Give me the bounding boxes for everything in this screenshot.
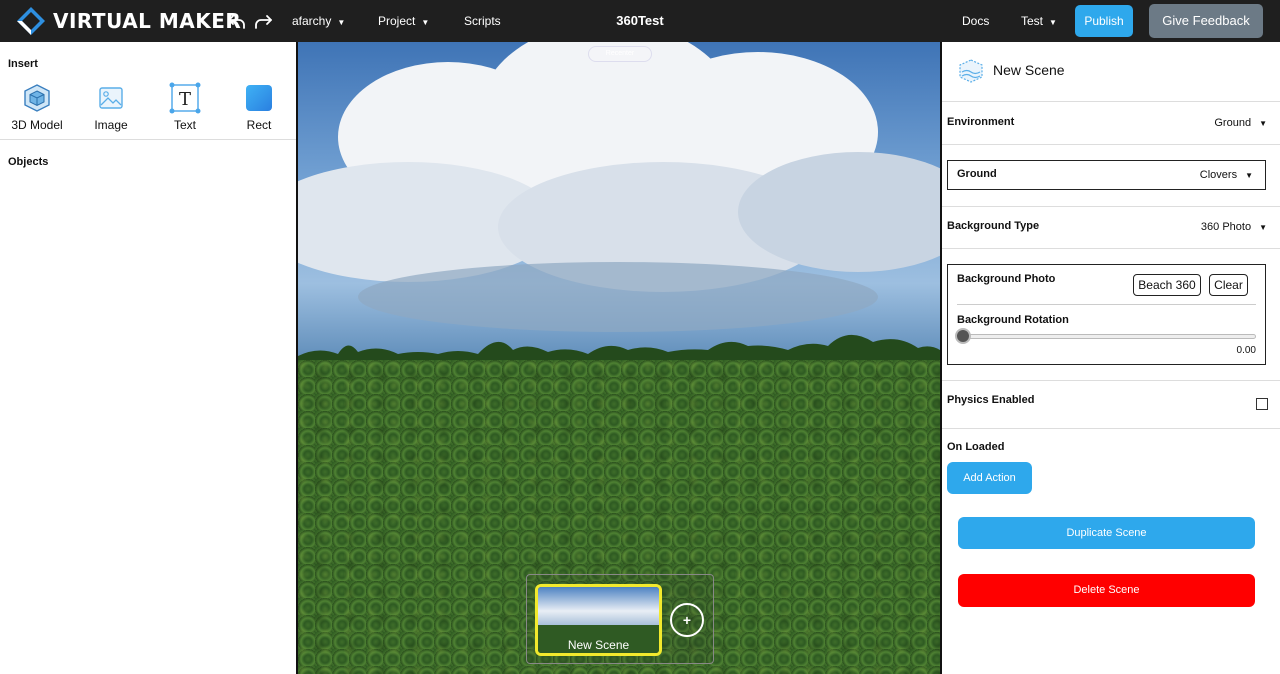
ground-box: Ground Clovers ▼: [947, 160, 1266, 190]
background-type-label: Background Type: [947, 220, 1040, 232]
undo-icon[interactable]: [226, 10, 248, 32]
text-icon: T: [169, 82, 201, 114]
delete-scene-button[interactable]: Delete Scene: [958, 574, 1255, 607]
top-bar: VIRTUAL MAKER afarchy ▼ Project ▼ Scripts …: [0, 0, 1280, 42]
physics-label: Physics Enabled: [947, 394, 1035, 406]
chevron-down-icon: ▼: [1245, 171, 1253, 180]
user-menu-label: afarchy: [292, 14, 332, 28]
scene-strip: New Scene +: [526, 574, 714, 664]
scene-thumbnail-label: New Scene: [567, 638, 630, 652]
insert-item-label: 3D Model: [11, 118, 63, 132]
cloud: [358, 262, 878, 332]
ground-value: Clovers: [1199, 169, 1238, 181]
insert-text-button[interactable]: T Text: [153, 82, 217, 132]
insert-item-label: Text: [173, 118, 196, 132]
scene-thumbnail[interactable]: New Scene: [535, 584, 662, 656]
divider: [942, 144, 1280, 145]
add-scene-button[interactable]: +: [670, 603, 704, 637]
divider: [0, 139, 296, 140]
divider: [942, 101, 1280, 102]
rotation-slider-thumb[interactable]: [955, 328, 971, 344]
svg-text:T: T: [179, 89, 191, 110]
scene-viewport[interactable]: Recenter New Scene +: [296, 42, 942, 674]
thumbnail-sky: [538, 587, 659, 627]
insert-heading: Insert: [8, 58, 38, 70]
background-rotation-label: Background Rotation: [957, 314, 1069, 326]
environment-row: Environment Ground ▼: [947, 116, 1267, 129]
project-menu-label: Project: [378, 14, 416, 28]
physics-checkbox[interactable]: [1256, 398, 1268, 410]
publish-button[interactable]: Publish: [1075, 5, 1133, 37]
chevron-down-icon: ▼: [1049, 18, 1057, 27]
chevron-down-icon: ▼: [1259, 119, 1267, 128]
left-panel: Insert 3D Model Image T Text Rect Object…: [0, 42, 296, 674]
background-photo-box: Background Photo Beach 360 Clear Backgro…: [947, 264, 1266, 365]
give-feedback-button[interactable]: Give Feedback: [1149, 4, 1263, 38]
on-loaded-row: On Loaded: [947, 441, 1267, 453]
insert-item-label: Rect: [246, 118, 272, 132]
divider: [942, 428, 1280, 429]
physics-row: Physics Enabled: [947, 394, 1267, 406]
recenter-button[interactable]: Recenter: [588, 46, 652, 62]
environment-value: Ground: [1214, 117, 1252, 129]
divider: [942, 206, 1280, 207]
insert-image-button[interactable]: Image: [79, 82, 143, 132]
properties-panel: New Scene Environment Ground ▼ Ground Clo…: [942, 42, 1280, 674]
ground-label: Ground: [957, 168, 997, 180]
rotation-slider-track[interactable]: [962, 334, 1256, 339]
logo[interactable]: VIRTUAL MAKER: [16, 6, 241, 36]
duplicate-scene-button[interactable]: Duplicate Scene: [958, 517, 1255, 549]
test-menu-label: Test: [1021, 14, 1044, 28]
environment-label: Environment: [947, 116, 1015, 128]
background-type-value: 360 Photo: [1200, 221, 1252, 233]
image-icon: [99, 87, 123, 109]
chevron-down-icon: ▼: [421, 18, 430, 27]
test-menu[interactable]: Test ▼: [1021, 0, 1057, 42]
rotation-value: 0.00: [1236, 345, 1256, 356]
scene-name: New Scene: [993, 62, 1065, 78]
on-loaded-label: On Loaded: [947, 441, 1005, 453]
virtual-maker-logo-icon: [17, 7, 45, 35]
divider: [942, 380, 1280, 381]
clear-background-button[interactable]: Clear: [1209, 274, 1248, 296]
add-action-button[interactable]: Add Action: [947, 462, 1032, 494]
divider: [957, 304, 1256, 305]
insert-3d-model-button[interactable]: 3D Model: [5, 82, 69, 132]
background-type-select[interactable]: 360 Photo ▼: [1201, 221, 1267, 233]
project-menu[interactable]: Project ▼: [378, 0, 429, 42]
divider: [942, 248, 1280, 249]
chevron-down-icon: ▼: [337, 18, 346, 27]
rect-icon: [246, 85, 272, 111]
scripts-menu[interactable]: Scripts: [464, 0, 501, 42]
background-photo-picker-button[interactable]: Beach 360: [1133, 274, 1201, 296]
ground-select[interactable]: Clovers ▼: [1200, 169, 1253, 181]
chevron-down-icon: ▼: [1259, 223, 1267, 232]
insert-item-label: Image: [94, 118, 128, 132]
docs-link[interactable]: Docs: [962, 0, 989, 42]
scene-icon: [959, 59, 983, 83]
insert-rect-button[interactable]: Rect: [227, 82, 291, 132]
background-type-row: Background Type 360 Photo ▼: [947, 220, 1267, 233]
redo-icon[interactable]: [252, 10, 274, 32]
cube-icon: [24, 84, 50, 112]
environment-select[interactable]: Ground ▼: [1214, 117, 1267, 129]
logo-text: VIRTUAL MAKER: [53, 9, 242, 33]
user-menu[interactable]: afarchy ▼: [292, 0, 345, 42]
sky-background: [298, 42, 940, 364]
objects-heading: Objects: [8, 156, 49, 168]
background-photo-label: Background Photo: [957, 273, 1056, 285]
